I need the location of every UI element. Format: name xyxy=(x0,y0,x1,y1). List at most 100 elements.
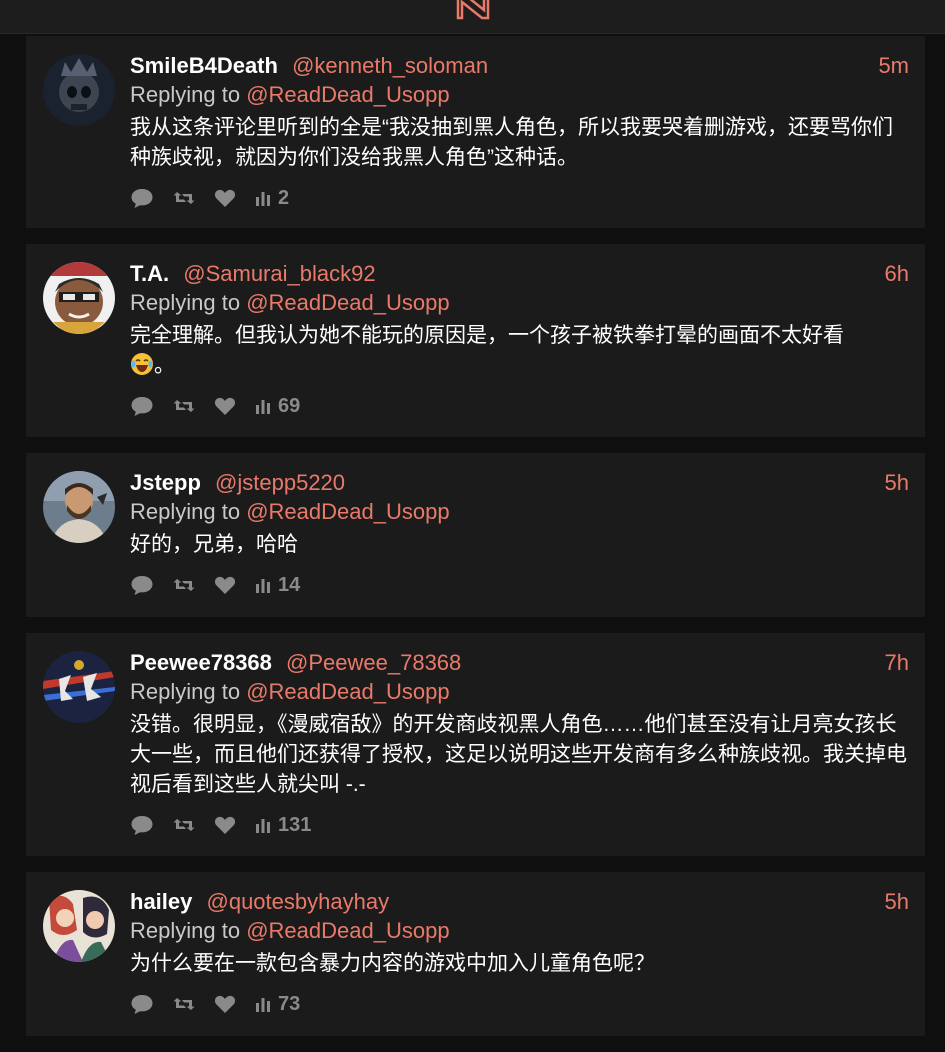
replying-to-line: Replying to @ReadDead_Usopp xyxy=(130,288,909,318)
reply-action[interactable] xyxy=(130,187,154,209)
anime-characters-avatar[interactable] xyxy=(43,890,115,962)
user-handle[interactable]: @Samurai_black92 xyxy=(183,261,375,286)
views-stat[interactable]: 131 xyxy=(254,814,311,837)
reply-header: hailey @quotesbyhayhay 5h xyxy=(130,888,909,916)
display-name[interactable]: T.A. xyxy=(130,261,169,286)
action-bar: 69 xyxy=(130,381,909,431)
replying-to-line: Replying to @ReadDead_Usopp xyxy=(130,916,909,946)
display-name[interactable]: hailey xyxy=(130,889,192,914)
display-name[interactable]: Peewee78368 xyxy=(130,650,272,675)
replying-to-label: Replying to xyxy=(130,82,241,107)
bar-chart-icon xyxy=(256,819,270,833)
replying-to-label: Replying to xyxy=(130,499,241,524)
reply-text: 我从这条评论里听到的全是“我没抽到黑人角色，所以我要哭着删游戏，还要骂你们种族歧… xyxy=(130,116,893,169)
reply-text-body: 完全理解。但我认为她不能玩的原因是，一个孩子被铁拳打晕的画面不太好看 xyxy=(130,324,844,347)
brand-logo-icon[interactable] xyxy=(456,0,492,22)
replying-to-label: Replying to xyxy=(130,290,241,315)
replying-to-handle[interactable]: @ReadDead_Usopp xyxy=(246,918,449,943)
bar-chart-icon xyxy=(256,579,270,593)
like-action[interactable] xyxy=(214,396,236,416)
top-bar xyxy=(0,0,945,34)
action-bar: 14 xyxy=(130,560,909,610)
replying-to-line: Replying to @ReadDead_Usopp xyxy=(130,497,909,527)
reply-header: T.A. @Samurai_black92 6h xyxy=(130,260,909,288)
timestamp[interactable]: 7h xyxy=(885,649,909,677)
timestamp[interactable]: 5m xyxy=(878,52,909,80)
replying-to-label: Replying to xyxy=(130,918,241,943)
display-name[interactable]: Jstepp xyxy=(130,470,201,495)
reply-feed: SmileB4Death @kenneth_soloman 5m Replyin… xyxy=(26,36,925,1052)
like-action[interactable] xyxy=(214,815,236,835)
reply-action[interactable] xyxy=(130,395,154,417)
repost-icon xyxy=(173,579,195,591)
heart-icon xyxy=(214,189,236,207)
timestamp[interactable]: 5h xyxy=(885,469,909,497)
replying-to-handle[interactable]: @ReadDead_Usopp xyxy=(246,290,449,315)
user-handle[interactable]: @Peewee_78368 xyxy=(286,650,461,675)
repost-icon xyxy=(173,400,195,412)
reply-action[interactable] xyxy=(130,814,154,836)
reply-card[interactable]: Peewee78368 @Peewee_78368 7h Replying to… xyxy=(26,633,925,856)
repost-icon xyxy=(173,998,195,1010)
user-handle[interactable]: @quotesbyhayhay xyxy=(207,889,390,914)
reply-text: 为什么要在一款包含暴力内容的游戏中加入儿童角色呢？ xyxy=(130,952,655,975)
reply-action[interactable] xyxy=(130,993,154,1015)
views-count: 73 xyxy=(278,992,301,1015)
timestamp[interactable]: 6h xyxy=(885,260,909,288)
repost-icon xyxy=(173,819,195,831)
like-action[interactable] xyxy=(214,994,236,1014)
cartoon-face-avatar[interactable] xyxy=(43,262,115,334)
repost-action[interactable] xyxy=(172,575,196,595)
views-count: 131 xyxy=(278,813,312,836)
replying-to-handle[interactable]: @ReadDead_Usopp xyxy=(246,499,449,524)
reply-card[interactable]: Jstepp @jstepp5220 5h Replying to @ReadD… xyxy=(26,453,925,617)
repost-action[interactable] xyxy=(172,396,196,416)
replying-to-line: Replying to @ReadDead_Usopp xyxy=(130,677,909,707)
comment-icon xyxy=(131,189,153,208)
display-name[interactable]: SmileB4Death xyxy=(130,53,278,78)
reply-text-tail: 。 xyxy=(154,354,175,377)
user-handle[interactable]: @jstepp5220 xyxy=(215,470,345,495)
views-count: 14 xyxy=(278,573,301,596)
replying-to-handle[interactable]: @ReadDead_Usopp xyxy=(246,82,449,107)
reply-header: SmileB4Death @kenneth_soloman 5m xyxy=(130,52,909,80)
reply-text: 好的，兄弟，哈哈 xyxy=(130,533,298,556)
repost-action[interactable] xyxy=(172,815,196,835)
comment-icon xyxy=(131,576,153,595)
views-stat[interactable]: 73 xyxy=(254,993,300,1016)
replying-to-line: Replying to @ReadDead_Usopp xyxy=(130,80,909,110)
repost-action[interactable] xyxy=(172,994,196,1014)
reply-header: Jstepp @jstepp5220 5h xyxy=(130,469,909,497)
heart-icon xyxy=(214,995,236,1013)
like-action[interactable] xyxy=(214,575,236,595)
reply-action[interactable] xyxy=(130,574,154,596)
views-stat[interactable]: 14 xyxy=(254,574,300,597)
bar-chart-icon xyxy=(256,192,270,206)
reply-card[interactable]: hailey @quotesbyhayhay 5h Replying to @R… xyxy=(26,872,925,1036)
views-stat[interactable]: 2 xyxy=(254,187,289,210)
repost-action[interactable] xyxy=(172,188,196,208)
replying-to-label: Replying to xyxy=(130,679,241,704)
action-bar: 2 xyxy=(130,173,909,223)
bearded-man-avatar[interactable] xyxy=(43,471,115,543)
heart-icon xyxy=(214,816,236,834)
bar-chart-icon xyxy=(256,400,270,414)
comment-icon xyxy=(131,816,153,835)
laughing-tears-emoji xyxy=(131,353,153,375)
heart-icon xyxy=(214,576,236,594)
reply-header: Peewee78368 @Peewee_78368 7h xyxy=(130,649,909,677)
comment-icon xyxy=(131,397,153,416)
heart-icon xyxy=(214,397,236,415)
gaming-logo-avatar[interactable] xyxy=(43,651,115,723)
views-stat[interactable]: 69 xyxy=(254,395,300,418)
like-action[interactable] xyxy=(214,188,236,208)
reply-card[interactable]: T.A. @Samurai_black92 6h Replying to @Re… xyxy=(26,244,925,437)
views-count: 2 xyxy=(278,186,290,209)
comment-icon xyxy=(131,995,153,1014)
user-handle[interactable]: @kenneth_soloman xyxy=(292,53,488,78)
timestamp[interactable]: 5h xyxy=(885,888,909,916)
reply-card[interactable]: SmileB4Death @kenneth_soloman 5m Replyin… xyxy=(26,36,925,228)
skull-crown-avatar[interactable] xyxy=(43,54,115,126)
replying-to-handle[interactable]: @ReadDead_Usopp xyxy=(246,679,449,704)
action-bar: 73 xyxy=(130,979,909,1029)
